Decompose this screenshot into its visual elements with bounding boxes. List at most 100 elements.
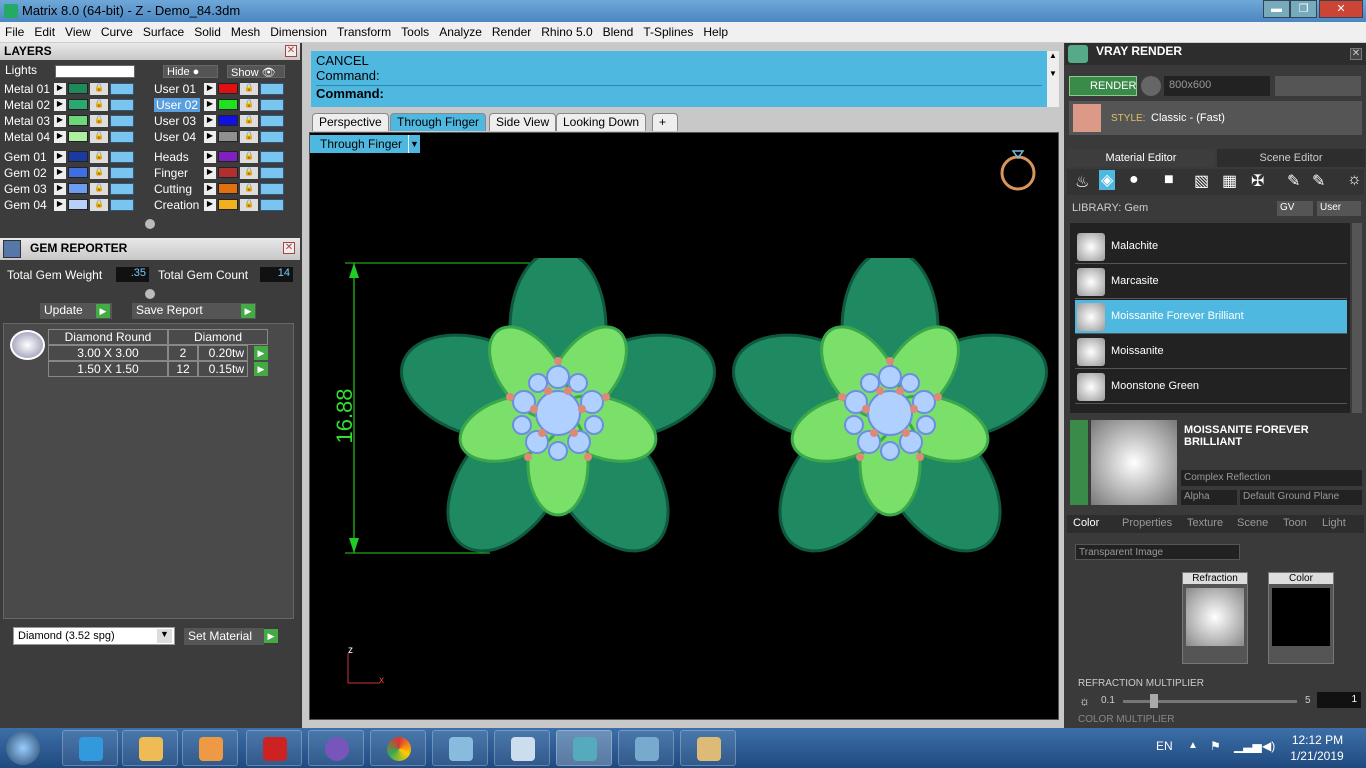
layer-visibility-toggle[interactable] [110,83,134,95]
ring-icon[interactable] [998,143,1038,193]
layer-visibility-toggle[interactable] [260,99,284,111]
subtab-color[interactable]: Color [1073,517,1099,529]
layers-close-icon[interactable]: ✕ [285,45,297,57]
layer-color-swatch[interactable] [218,199,238,210]
material-list-scrollbar[interactable] [1352,223,1362,413]
layer-color-swatch[interactable] [218,151,238,162]
layer-row[interactable]: User 04 ▶ 🔒 [150,129,295,145]
layer-visibility-toggle[interactable] [260,83,284,95]
menu-tools[interactable]: Tools [396,22,434,39]
layer-expand-icon[interactable]: ▶ [204,183,216,195]
layer-row[interactable]: User 03 ▶ 🔒 [150,113,295,129]
close-button[interactable]: ✕ [1319,0,1363,18]
tab-perspective[interactable]: Perspective [312,113,389,131]
command-scrollbar[interactable]: ▲ ▼ [1047,51,1059,107]
layer-visibility-toggle[interactable] [110,99,134,111]
layer-lock-icon[interactable]: 🔒 [90,183,108,195]
light-icon[interactable]: ☼ [1347,171,1362,189]
layer-visibility-toggle[interactable] [260,167,284,179]
layer-row[interactable]: Cutting ▶ 🔒 [150,181,295,197]
layer-color-swatch[interactable] [68,151,88,162]
layer-expand-icon[interactable]: ▶ [204,131,216,143]
language-indicator[interactable]: EN [1156,739,1173,753]
set-material-button[interactable]: Set Material [184,628,264,645]
alpha-toggle[interactable]: Alpha [1181,490,1237,505]
flag-icon[interactable]: ⚑ [1210,739,1221,753]
command-box[interactable]: CANCEL Command: Command: [311,51,1047,107]
user-toggle[interactable]: User [1317,201,1361,216]
layer-lock-icon[interactable]: 🔒 [90,115,108,127]
layer-visibility-toggle[interactable] [110,151,134,163]
layer-color-swatch[interactable] [68,167,88,178]
layer-color-swatch[interactable] [218,83,238,94]
taskbar-game[interactable] [246,730,302,766]
layer-visibility-toggle[interactable] [110,183,134,195]
layer-visibility-toggle[interactable] [260,199,284,211]
layer-row[interactable]: Gem 04 ▶ 🔒 [0,197,145,213]
layer-expand-icon[interactable]: ▶ [54,151,66,163]
volume-icon[interactable]: ◀) [1262,739,1275,753]
expand-icon[interactable] [145,219,155,229]
layer-expand-icon[interactable]: ▶ [204,199,216,211]
minimize-button[interactable]: ▬ [1263,0,1290,18]
clock-date[interactable]: 1/21/2019 [1288,749,1346,763]
menu-blend[interactable]: Blend [598,22,639,39]
resolution-select[interactable]: 800x600 [1164,76,1270,96]
style-bar[interactable]: STYLE: Classic - (Fast) [1069,101,1362,135]
layer-lock-icon[interactable]: 🔒 [240,83,258,95]
material-select[interactable]: Diamond (3.52 spg) [13,627,175,645]
menu-rhino[interactable]: Rhino 5.0 [536,22,597,39]
layer-row[interactable]: Metal 01 ▶ 🔒 [0,81,145,97]
menu-render[interactable]: Render [487,22,536,39]
layer-row[interactable]: Metal 03 ▶ 🔒 [0,113,145,129]
layer-lock-icon[interactable]: 🔒 [240,131,258,143]
lights-control[interactable] [55,65,135,78]
layer-expand-icon[interactable]: ▶ [204,83,216,95]
menu-mesh[interactable]: Mesh [226,22,265,39]
layer-expand-icon[interactable]: ▶ [204,115,216,127]
layer-row[interactable]: User 02 ▶ 🔒 [150,97,295,113]
subtab-properties[interactable]: Properties [1122,517,1172,529]
material-list[interactable]: Malachite Marcasite Moissanite Forever B… [1070,223,1350,413]
subtab-toon[interactable]: Toon [1283,517,1307,529]
subtab-light[interactable]: Light [1322,517,1346,529]
layer-row[interactable]: User 01 ▶ 🔒 [150,81,295,97]
layer-visibility-toggle[interactable] [110,131,134,143]
square-icon[interactable]: ■ [1164,171,1174,189]
layer-visibility-toggle[interactable] [110,167,134,179]
maximize-button[interactable]: ❐ [1290,0,1317,18]
gv-toggle[interactable]: GV [1277,201,1313,216]
layer-visibility-toggle[interactable] [260,151,284,163]
layer-lock-icon[interactable]: 🔒 [90,167,108,179]
layer-row[interactable]: Heads ▶ 🔒 [150,149,295,165]
layer-lock-icon[interactable]: 🔒 [240,183,258,195]
layer-color-swatch[interactable] [68,199,88,210]
layer-row[interactable]: Metal 02 ▶ 🔒 [0,97,145,113]
layer-expand-icon[interactable]: ▶ [54,183,66,195]
tab-looking-down[interactable]: Looking Down [556,113,647,131]
3d-viewport[interactable]: Through Finger ▼ 16.88 z x [309,132,1059,720]
layer-visibility-toggle[interactable] [260,115,284,127]
ground-plane-select[interactable]: Default Ground Plane [1240,490,1362,505]
save-report-button[interactable]: Save Report [132,303,256,319]
layer-color-swatch[interactable] [218,131,238,142]
gem-close-icon[interactable]: ✕ [283,242,295,254]
layer-lock-icon[interactable]: 🔒 [240,115,258,127]
taskbar-ie[interactable] [62,730,118,766]
layer-visibility-toggle[interactable] [260,183,284,195]
material-toolbar[interactable]: ♨ ◈ ● ■ ▧ ▦ ✠ ✎ ✎ ☼ [1067,169,1364,195]
subtab-texture[interactable]: Texture [1187,517,1223,529]
hide-button[interactable]: Hide ● [163,65,218,78]
taskbar-viber[interactable] [308,730,364,766]
layer-color-swatch[interactable] [218,183,238,194]
layer-lock-icon[interactable]: 🔒 [90,99,108,111]
tab-material-editor[interactable]: Material Editor [1067,149,1215,167]
show-button[interactable]: Show 👁 [227,65,285,79]
multiplier-value[interactable]: 1 [1317,692,1361,708]
save-report-go-icon[interactable]: ▶ [241,304,255,318]
layer-expand-icon[interactable]: ▶ [204,151,216,163]
set-material-go-icon[interactable]: ▶ [264,629,278,643]
layer-visibility-toggle[interactable] [110,199,134,211]
pattern-icon[interactable]: ✠ [1251,171,1264,191]
material-item[interactable]: Moissanite [1075,335,1347,369]
